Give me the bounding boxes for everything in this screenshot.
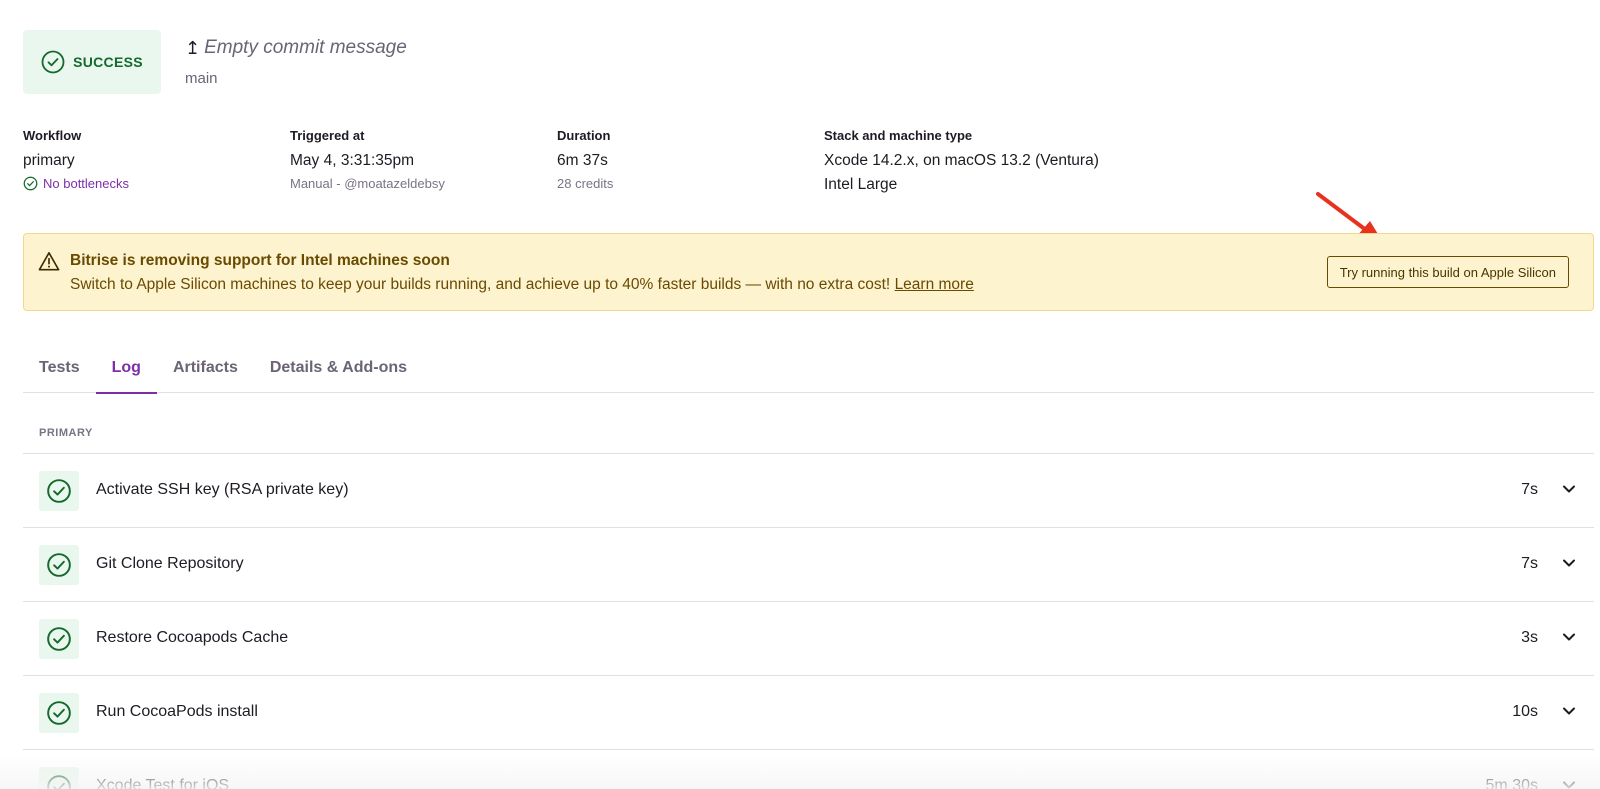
list-item[interactable]: Restore Cocoapods Cache 3s <box>23 602 1594 676</box>
workflow-info: Workflow primary No bottlenecks <box>23 128 129 191</box>
try-apple-silicon-button[interactable]: Try running this build on Apple Silicon <box>1326 256 1569 288</box>
step-success-badge <box>39 471 79 511</box>
step-name: Xcode Test for iOS <box>96 777 230 789</box>
duration-info: Duration 6m 37s 28 credits <box>557 128 613 191</box>
tab-details-addons[interactable]: Details & Add-ons <box>254 350 423 393</box>
learn-more-link[interactable]: Learn more <box>895 276 974 293</box>
step-duration: 7s <box>1521 481 1538 498</box>
tab-tests[interactable]: Tests <box>23 350 96 393</box>
stack-heading: Stack and machine type <box>824 128 973 143</box>
chevron-down-icon[interactable] <box>1562 482 1576 496</box>
step-name: Run CocoaPods install <box>96 703 258 720</box>
step-success-badge <box>39 693 79 733</box>
commit-arrow-icon: ↥ <box>185 37 201 58</box>
step-duration: 3s <box>1521 629 1538 646</box>
list-item[interactable]: Activate SSH key (RSA private key) 7s <box>23 454 1594 528</box>
success-check-icon <box>47 479 71 503</box>
success-check-icon <box>47 775 71 789</box>
step-success-badge <box>39 767 79 789</box>
no-bottlenecks-link[interactable]: No bottlenecks <box>23 176 129 191</box>
step-duration: 7s <box>1521 555 1538 572</box>
check-circle-icon <box>23 176 38 191</box>
step-duration: 5m 30s <box>1485 777 1538 789</box>
banner-title: Bitrise is removing support for Intel ma… <box>70 252 450 269</box>
workflow-value: primary <box>23 152 75 169</box>
success-check-icon <box>41 50 65 74</box>
commit-message: ↥ Empty commit message <box>185 37 407 59</box>
list-item[interactable]: Run CocoaPods install 10s <box>23 676 1594 750</box>
step-name: Git Clone Repository <box>96 555 244 572</box>
build-status-label: SUCCESS <box>73 54 143 70</box>
step-success-badge <box>39 619 79 659</box>
chevron-down-icon[interactable] <box>1562 778 1576 789</box>
success-check-icon <box>47 627 71 651</box>
commit-message-text: Empty commit message <box>204 37 407 58</box>
workflow-heading: Workflow <box>23 128 82 143</box>
chevron-down-icon[interactable] <box>1562 556 1576 570</box>
step-name: Restore Cocoapods Cache <box>96 629 289 646</box>
warning-icon <box>38 252 60 271</box>
duration-heading: Duration <box>557 128 611 143</box>
list-item[interactable]: Xcode Test for iOS 5m 30s <box>23 750 1594 789</box>
chevron-down-icon[interactable] <box>1562 630 1576 644</box>
banner-text: Switch to Apple Silicon machines to keep… <box>70 276 974 294</box>
banner-message: Switch to Apple Silicon machines to keep… <box>70 276 891 293</box>
tab-log[interactable]: Log <box>95 350 158 394</box>
triggered-info: Triggered at May 4, 3:31:35pm Manual - @… <box>290 128 445 191</box>
branch-name: main <box>185 70 218 87</box>
step-list: Activate SSH key (RSA private key) 7s Gi… <box>23 454 1594 789</box>
tab-artifacts[interactable]: Artifacts <box>157 350 254 393</box>
stack-value: Xcode 14.2.x, on macOS 13.2 (Ventura) <box>824 152 1099 169</box>
list-item[interactable]: Git Clone Repository 7s <box>23 528 1594 602</box>
intel-deprecation-banner: Bitrise is removing support for Intel ma… <box>23 233 1594 311</box>
triggered-heading: Triggered at <box>290 128 365 143</box>
triggered-value: May 4, 3:31:35pm <box>290 152 415 169</box>
step-name: Activate SSH key (RSA private key) <box>96 481 349 498</box>
build-status-badge: SUCCESS <box>23 30 161 94</box>
success-check-icon <box>47 701 71 725</box>
step-duration: 10s <box>1512 703 1538 720</box>
chevron-down-icon[interactable] <box>1562 704 1576 718</box>
no-bottlenecks-label: No bottlenecks <box>43 176 129 191</box>
credits-value: 28 credits <box>557 176 614 191</box>
step-success-badge <box>39 545 79 585</box>
triggered-by: Manual - @moatazeldebsy <box>290 176 445 191</box>
workflow-section-label: PRIMARY <box>39 427 93 439</box>
success-check-icon <box>47 553 71 577</box>
machine-type-value: Intel Large <box>824 176 898 193</box>
stack-info: Stack and machine type Xcode 14.2.x, on … <box>824 128 1099 200</box>
duration-value: 6m 37s <box>557 152 608 169</box>
build-tabs: Tests Log Artifacts Details & Add-ons <box>23 350 1594 394</box>
